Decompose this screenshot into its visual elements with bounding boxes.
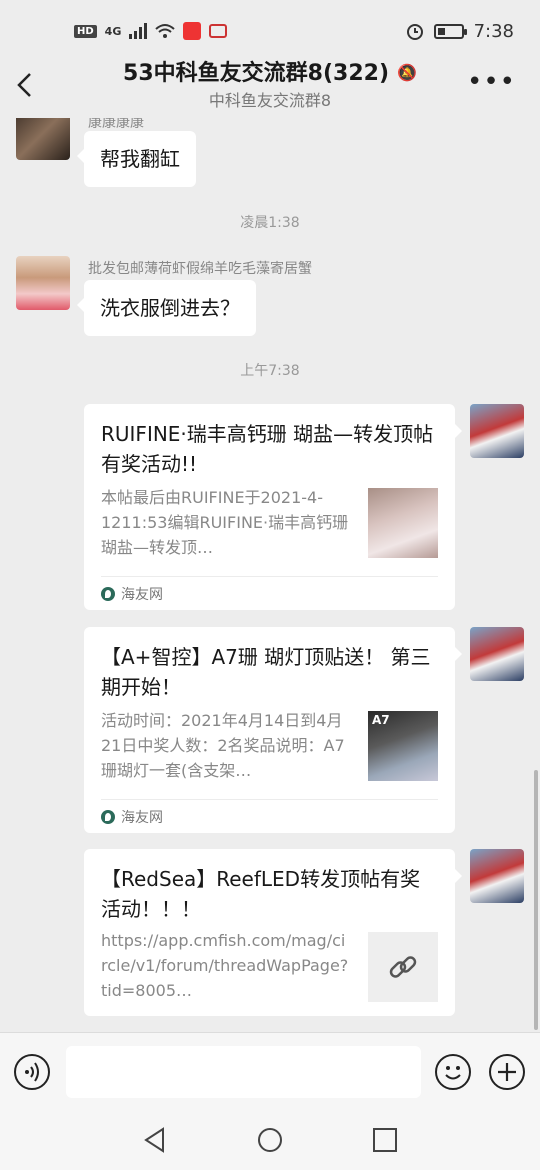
divider <box>101 799 438 800</box>
chat-subtitle: 中科鱼友交流群8 <box>208 91 332 110</box>
chat-title: 53中科鱼友交流群8(322) <box>123 61 390 86</box>
chat-header: 53中科鱼友交流群8(322) 🔕 中科鱼友交流群8 ••• <box>0 58 540 118</box>
source-logo-icon <box>101 587 115 601</box>
my-avatar[interactable] <box>470 849 524 903</box>
more-options-button[interactable]: ••• <box>467 69 516 95</box>
signal-icon <box>129 23 148 39</box>
timestamp: 凌晨1:38 <box>240 215 300 231</box>
mute-bell-icon: 🔕 <box>397 63 417 82</box>
emoji-button[interactable] <box>435 1054 471 1090</box>
plus-icon <box>498 1063 516 1081</box>
app-notification-icon <box>183 22 202 40</box>
chat-title-row: 53中科鱼友交流群8(322) 🔕 <box>80 58 460 89</box>
system-nav-bar <box>0 1110 540 1170</box>
card-thumbnail: A7 <box>368 711 438 781</box>
my-avatar[interactable] <box>470 404 524 458</box>
input-bar <box>0 1032 540 1110</box>
square-recents-icon <box>373 1128 397 1152</box>
status-bar: HD 4G 7:38 <box>0 0 540 62</box>
nav-back-button[interactable] <box>141 1126 169 1154</box>
link-thumbnail <box>368 932 438 1002</box>
triangle-back-icon <box>144 1127 164 1153</box>
chevron-left-icon <box>17 73 31 97</box>
battery-icon <box>433 23 467 39</box>
avatar[interactable] <box>16 118 70 160</box>
voice-button[interactable] <box>14 1054 50 1090</box>
source-name: 海友网 <box>121 810 163 826</box>
card-thumbnail <box>368 488 438 558</box>
scrollbar[interactable] <box>534 770 538 1030</box>
notification-icon <box>209 24 228 38</box>
card-source: 海友网 <box>101 584 163 604</box>
message-input[interactable] <box>66 1046 421 1098</box>
nav-recents-button[interactable] <box>371 1126 399 1154</box>
wifi-icon <box>155 24 176 38</box>
divider <box>101 576 438 577</box>
source-name: 海友网 <box>121 587 163 603</box>
card-description: https://app.cmfish.com/mag/circle/v1/for… <box>101 931 349 1000</box>
back-button[interactable] <box>14 70 44 102</box>
link-icon <box>389 956 417 978</box>
alarm-icon <box>406 24 423 40</box>
card-title: RUIFINE·瑞丰高钙珊 瑚盐—转发顶帖有奖活动!! <box>101 422 434 476</box>
thumbnail-label: A7 <box>372 713 390 727</box>
sender-name: 批发包邮薄荷虾假绵羊吃毛藻寄居蟹 <box>88 261 312 277</box>
message-list[interactable]: 康康康康 帮我翻缸 凌晨1:38 批发包邮薄荷虾假绵羊吃毛藻寄居蟹 洗衣服倒进去… <box>0 118 540 1032</box>
more-actions-button[interactable] <box>489 1054 525 1090</box>
source-logo-icon <box>101 810 115 824</box>
circle-home-icon <box>258 1128 282 1152</box>
card-title: 【A+智控】A7珊 瑚灯顶贴送！ 第三期开始！ <box>101 645 431 699</box>
link-card[interactable]: 【A+智控】A7珊 瑚灯顶贴送！ 第三期开始！ 活动时间：2021年4月14日到… <box>84 627 462 833</box>
timestamp: 上午7:38 <box>240 363 300 379</box>
card-title: 【RedSea】ReefLED转发顶帖有奖活动！！！ <box>101 867 421 921</box>
avatar[interactable] <box>16 256 70 310</box>
network-type: 4G <box>104 24 122 38</box>
hd-badge: HD <box>74 24 97 38</box>
my-avatar[interactable] <box>470 627 524 681</box>
clock: 7:38 <box>473 20 514 42</box>
card-source: 海友网 <box>101 807 163 827</box>
message-bubble[interactable]: 洗衣服倒进去？ <box>77 280 256 336</box>
card-description: 活动时间：2021年4月14日到4月21日中奖人数：2名奖品说明：A7珊瑚灯一套… <box>101 711 345 780</box>
message-bubble[interactable]: 帮我翻缸 <box>77 131 196 187</box>
sender-name: 康康康康 <box>88 118 144 131</box>
nav-home-button[interactable] <box>256 1126 284 1154</box>
link-card[interactable]: RUIFINE·瑞丰高钙珊 瑚盐—转发顶帖有奖活动!! 本帖最后由RUIFINE… <box>84 404 462 610</box>
voice-icon <box>25 1062 39 1082</box>
smiley-icon <box>445 1066 461 1080</box>
link-card[interactable]: 【RedSea】ReefLED转发顶帖有奖活动！！！ https://app.c… <box>84 849 462 1016</box>
card-description: 本帖最后由RUIFINE于2021-4-1211:53编辑RUIFINE·瑞丰高… <box>101 488 349 557</box>
